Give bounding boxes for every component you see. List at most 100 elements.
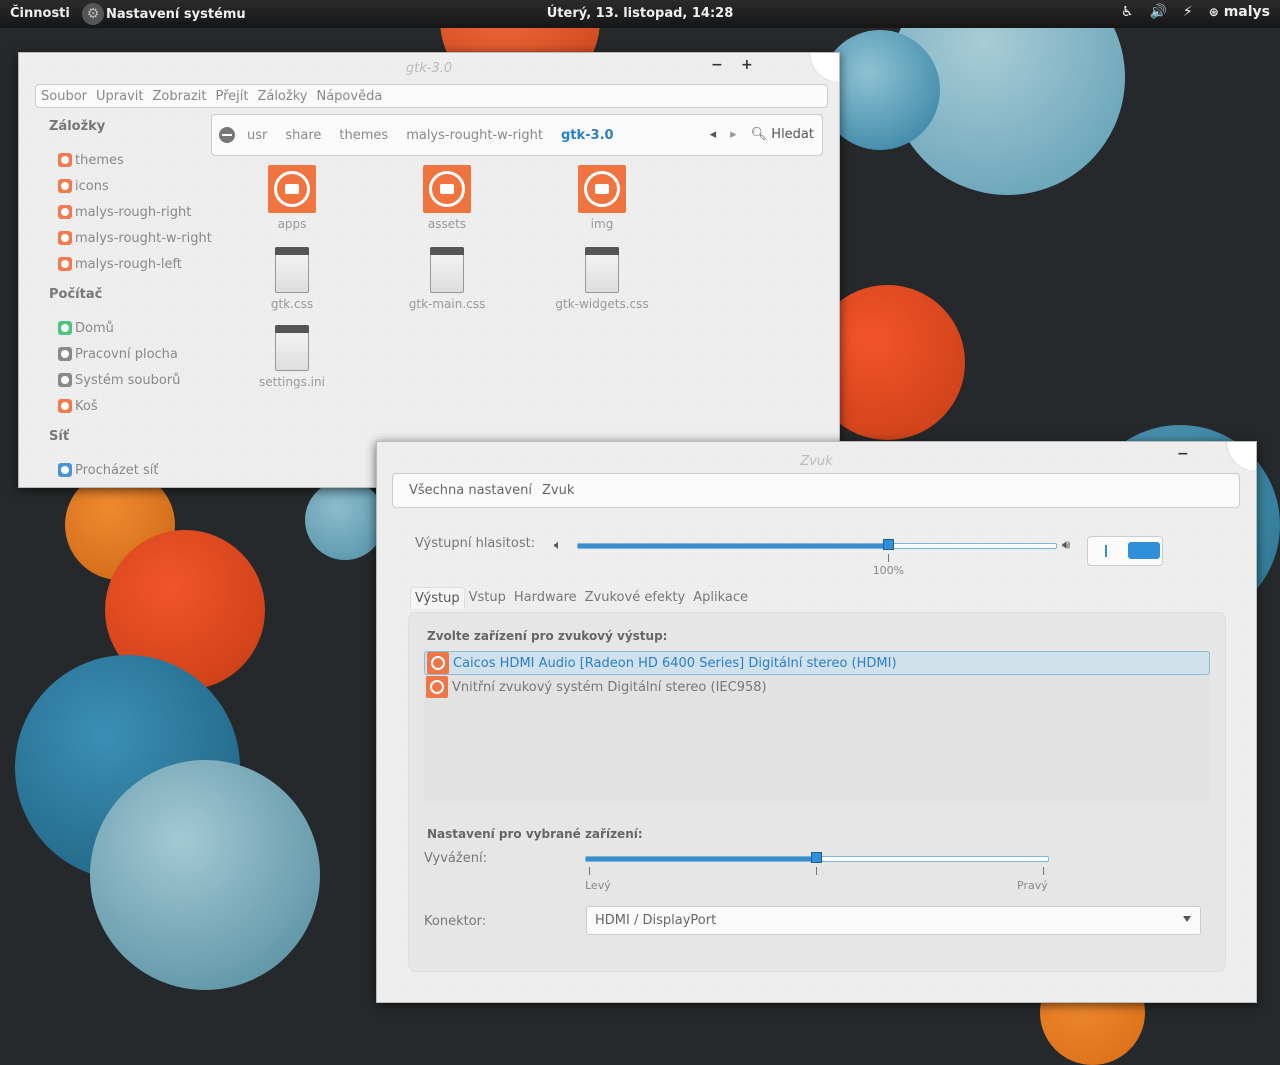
balance-slider-fill bbox=[586, 857, 817, 861]
volume-slider-handle[interactable] bbox=[882, 539, 894, 550]
user-name: malys bbox=[1223, 4, 1270, 20]
balance-tick-left bbox=[589, 867, 590, 875]
wallpaper-circle bbox=[305, 480, 385, 560]
sidebar-item-desktop[interactable]: Pracovní plocha bbox=[49, 341, 229, 367]
folder-icon bbox=[423, 165, 471, 213]
connector-dropdown[interactable]: HDMI / DisplayPort bbox=[586, 906, 1201, 935]
path-crumb[interactable]: usr bbox=[247, 128, 267, 143]
network-icon[interactable]: ⚡ bbox=[1183, 4, 1193, 20]
device-label: Vnitřní zvukový systém Digitální stereo … bbox=[452, 679, 767, 695]
app-menu[interactable]: ⚙ Nastavení systému bbox=[82, 0, 246, 28]
file-label: gtk.css bbox=[270, 297, 314, 311]
sidebar-item-home[interactable]: Domů bbox=[49, 315, 229, 341]
sidebar-item-icons[interactable]: icons bbox=[49, 173, 229, 199]
tab-sound-effects[interactable]: Zvukové efekty bbox=[581, 587, 690, 609]
sidebar-item-malys-rough-left[interactable]: malys-rough-left bbox=[49, 251, 229, 277]
balance-left-label: Levý bbox=[585, 879, 611, 892]
file-label: settings.ini bbox=[259, 375, 325, 389]
accessibility-icon[interactable]: ♿ bbox=[1121, 4, 1134, 20]
balance-right-label: Pravý bbox=[1017, 879, 1048, 892]
file-item[interactable]: gtk-main.css bbox=[392, 247, 502, 311]
sidebar-item-label: malys-rough-left bbox=[75, 256, 182, 272]
search-button[interactable]: 🔍︎ Hledat bbox=[751, 127, 814, 142]
folder-icon bbox=[58, 153, 72, 167]
volume-low-icon: 🔈︎ bbox=[554, 538, 562, 553]
sidebar-item-label: Koš bbox=[75, 398, 98, 414]
user-menu[interactable]: ⊛ malys bbox=[1209, 4, 1270, 20]
sidebar-item-malys-rough-right[interactable]: malys-rough-right bbox=[49, 199, 229, 225]
document-icon bbox=[585, 247, 619, 293]
list-item-device[interactable]: Vnitřní zvukový systém Digitální stereo … bbox=[424, 675, 1210, 699]
drive-icon[interactable] bbox=[219, 127, 235, 143]
path-crumb[interactable]: themes bbox=[339, 128, 388, 143]
document-icon bbox=[275, 325, 309, 371]
gear-icon: ⚙ bbox=[82, 3, 104, 25]
document-icon bbox=[430, 247, 464, 293]
balance-tick-center bbox=[816, 867, 817, 875]
sidebar-item-filesystem[interactable]: Systém souborů bbox=[49, 367, 229, 393]
menu-go[interactable]: Přejít bbox=[215, 89, 248, 104]
folder-item[interactable]: assets bbox=[392, 165, 502, 231]
folder-icon bbox=[58, 179, 72, 193]
search-icon: 🔍︎ bbox=[750, 127, 768, 142]
path-crumb-current[interactable]: gtk-3.0 bbox=[561, 128, 614, 143]
minimize-button[interactable]: − bbox=[1177, 446, 1189, 462]
volume-slider[interactable] bbox=[577, 543, 1057, 549]
mute-switch[interactable] bbox=[1087, 536, 1163, 566]
menu-bookmarks[interactable]: Záložky bbox=[257, 89, 307, 104]
folder-icon bbox=[268, 165, 316, 213]
tab-hardware[interactable]: Hardware bbox=[510, 587, 581, 609]
file-item[interactable]: settings.ini bbox=[237, 325, 347, 389]
desktop-icon bbox=[58, 347, 72, 361]
tab-applications[interactable]: Aplikace bbox=[689, 587, 752, 609]
window-corner bbox=[1218, 442, 1256, 470]
network-icon bbox=[58, 463, 72, 477]
menu-edit[interactable]: Upravit bbox=[96, 89, 143, 104]
volume-high-icon: 🔊︎ bbox=[1062, 538, 1071, 553]
output-tab-panel: Zvolte zařízení pro zvukový výstup: Caic… bbox=[408, 612, 1226, 972]
file-label: apps bbox=[277, 217, 307, 231]
volume-label: Výstupní hlasitost: bbox=[415, 536, 536, 551]
menu-help[interactable]: Nápověda bbox=[316, 89, 382, 104]
sidebar-item-browse-network[interactable]: Procházet síť bbox=[49, 457, 229, 483]
audio-card-icon bbox=[426, 676, 448, 698]
back-arrow-icon[interactable]: ◂ bbox=[710, 127, 717, 142]
sidebar-item-label: Pracovní plocha bbox=[75, 346, 178, 362]
forward-arrow-icon[interactable]: ▸ bbox=[730, 127, 737, 142]
window-title: Zvuk bbox=[800, 454, 833, 469]
switch-thumb bbox=[1128, 542, 1160, 559]
list-item-device-selected[interactable]: Caicos HDMI Audio [Radeon HD 6400 Series… bbox=[424, 651, 1210, 675]
home-icon bbox=[58, 321, 72, 335]
tab-bar: Výstup Vstup Hardware Zvukové efekty Apl… bbox=[410, 587, 752, 609]
sidebar-item-label: Procházet síť bbox=[75, 462, 159, 478]
menu-file[interactable]: Soubor bbox=[41, 89, 87, 104]
path-crumb[interactable]: share bbox=[285, 128, 321, 143]
search-label: Hledat bbox=[771, 127, 814, 142]
menu-view[interactable]: Zobrazit bbox=[152, 89, 206, 104]
file-item[interactable]: gtk-widgets.css bbox=[547, 247, 657, 311]
sidebar-item-malys-rought-w-right[interactable]: malys-rought-w-right bbox=[49, 225, 229, 251]
maximize-button[interactable]: + bbox=[741, 57, 753, 73]
tab-input[interactable]: Vstup bbox=[465, 587, 510, 609]
device-label: Caicos HDMI Audio [Radeon HD 6400 Series… bbox=[453, 655, 897, 671]
drive-icon bbox=[58, 373, 72, 387]
balance-slider-handle[interactable] bbox=[811, 852, 822, 863]
all-settings-button[interactable]: Všechna nastavení bbox=[409, 483, 532, 498]
path-crumb[interactable]: malys-rought-w-right bbox=[406, 128, 543, 143]
breadcrumb-current: Zvuk bbox=[541, 483, 575, 498]
activities-button[interactable]: Činnosti bbox=[10, 6, 70, 21]
sidebar-item-label: icons bbox=[75, 178, 109, 194]
folder-icon bbox=[58, 231, 72, 245]
folder-item[interactable]: apps bbox=[237, 165, 347, 231]
folder-item[interactable]: img bbox=[547, 165, 657, 231]
minimize-button[interactable]: − bbox=[711, 57, 723, 73]
sidebar-item-themes[interactable]: themes bbox=[49, 147, 229, 173]
tab-output[interactable]: Výstup bbox=[410, 587, 465, 609]
volume-icon[interactable]: 🔊 bbox=[1149, 4, 1166, 20]
output-device-list: Caicos HDMI Audio [Radeon HD 6400 Series… bbox=[424, 651, 1210, 801]
sidebar-item-label: malys-rought-w-right bbox=[75, 230, 212, 246]
sound-settings-window: Zvuk − Všechna nastavení Zvuk Výstupní h… bbox=[376, 441, 1257, 1003]
file-label: gtk-main.css bbox=[408, 297, 486, 311]
file-item[interactable]: gtk.css bbox=[237, 247, 347, 311]
sidebar-item-trash[interactable]: Koš bbox=[49, 393, 229, 419]
